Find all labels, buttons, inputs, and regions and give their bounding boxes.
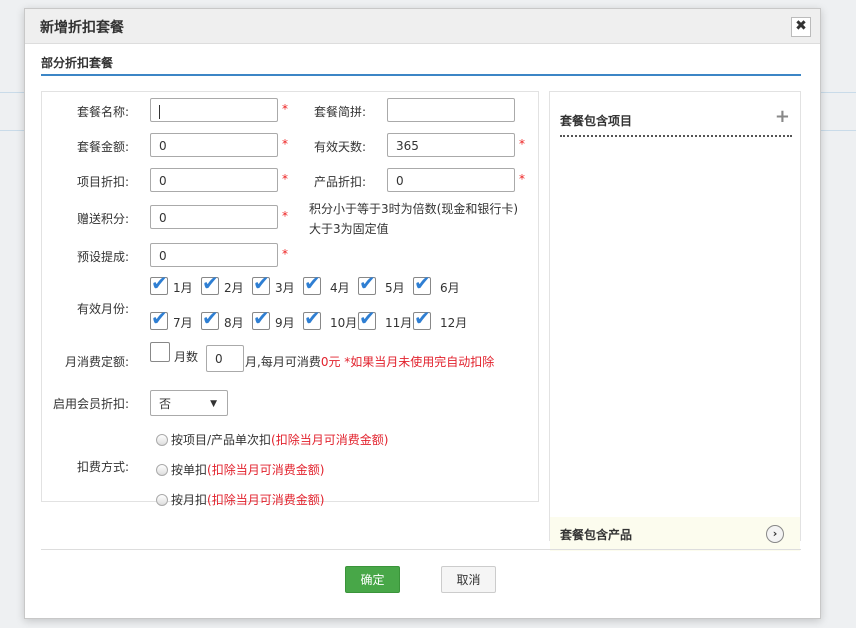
- add-package-dialog: 新增折扣套餐 ✖ 部分折扣套餐 套餐名称: * 套餐简拼: 套餐金额: 0 * …: [24, 8, 821, 619]
- product-discount-input[interactable]: 0: [387, 168, 515, 192]
- checkmark-icon: ✔: [202, 306, 219, 330]
- month-checkbox[interactable]: ✔: [303, 273, 321, 295]
- month-checkbox[interactable]: ✔: [201, 273, 219, 295]
- points-note: 积分小于等于3时为倍数(现金和银行卡): [309, 202, 518, 216]
- deduction-radio[interactable]: [156, 494, 168, 506]
- required-mark: *: [282, 209, 288, 223]
- checkmark-icon: ✔: [304, 306, 321, 330]
- member-discount-label: 启用会员折扣:: [53, 397, 130, 411]
- months-text: 月数: [174, 350, 199, 364]
- footer-divider: [41, 549, 801, 550]
- month-label: 1月: [173, 281, 193, 295]
- points-input[interactable]: 0: [150, 205, 278, 229]
- month-checkbox[interactable]: ✔: [201, 308, 219, 330]
- required-mark: *: [282, 247, 288, 261]
- month-label: 2月: [224, 281, 244, 295]
- month-label: 8月: [224, 316, 244, 330]
- required-mark: *: [282, 172, 288, 186]
- points-note: 大于3为固定值: [309, 222, 389, 236]
- products-title: 套餐包含产品: [560, 528, 633, 542]
- dotted-divider: [560, 135, 792, 137]
- required-mark: *: [282, 137, 288, 151]
- monthly-quota-label: 月消费定额:: [65, 355, 130, 369]
- product-discount-label: 产品折扣:: [314, 175, 367, 189]
- checkmark-icon: ✔: [304, 271, 321, 295]
- package-contents-panel: 套餐包含项目 + 套餐包含产品 ›: [549, 91, 801, 551]
- chevron-down-icon: ▼: [210, 399, 217, 409]
- monthly-text: 月,每月可消费0元 *如果当月未使用完自动扣除: [245, 355, 495, 369]
- deduction-option-label: 按月扣(扣除当月可消费金额): [171, 493, 325, 507]
- checkmark-icon: ✔: [359, 306, 376, 330]
- month-checkbox[interactable]: ✔: [252, 273, 270, 295]
- short-input[interactable]: [387, 98, 515, 122]
- deduction-label: 扣费方式:: [77, 460, 130, 474]
- checkmark-icon: ✔: [253, 306, 270, 330]
- required-mark: *: [519, 172, 525, 186]
- name-input[interactable]: [150, 98, 278, 122]
- item-discount-input[interactable]: 0: [150, 168, 278, 192]
- month-checkbox[interactable]: ✔: [150, 273, 168, 295]
- month-checkbox[interactable]: ✔: [303, 308, 321, 330]
- days-input[interactable]: 365: [387, 133, 515, 157]
- name-label: 套餐名称:: [77, 105, 130, 119]
- checkmark-icon: ✔: [414, 306, 431, 330]
- required-mark: *: [519, 137, 525, 151]
- commission-input[interactable]: 0: [150, 243, 278, 267]
- month-checkbox[interactable]: ✔: [413, 308, 431, 330]
- package-form: 套餐名称: * 套餐简拼: 套餐金额: 0 * 有效天数: 365 * 项目折扣…: [41, 91, 539, 507]
- month-label: 7月: [173, 316, 193, 330]
- month-label: 10月: [330, 316, 358, 330]
- add-icon[interactable]: +: [775, 106, 790, 127]
- short-label: 套餐简拼:: [314, 105, 367, 119]
- month-label: 6月: [440, 281, 460, 295]
- section-underline: [41, 74, 801, 76]
- months-count-input[interactable]: 0: [206, 345, 244, 372]
- deduction-radio[interactable]: [156, 434, 168, 446]
- confirm-button[interactable]: 确定: [345, 566, 400, 593]
- deduction-option-label: 按单扣(扣除当月可消费金额): [171, 463, 325, 477]
- deduction-option-label: 按项目/产品单次扣(扣除当月可消费金额): [171, 433, 389, 447]
- checkmark-icon: ✔: [202, 271, 219, 295]
- chevron-right-icon[interactable]: ›: [766, 525, 784, 543]
- month-label: 4月: [330, 281, 350, 295]
- checkmark-icon: ✔: [359, 271, 376, 295]
- required-mark: *: [282, 102, 288, 116]
- month-checkbox[interactable]: ✔: [252, 308, 270, 330]
- month-checkbox[interactable]: ✔: [150, 308, 168, 330]
- month-label: 11月: [385, 316, 413, 330]
- deduction-radio[interactable]: [156, 464, 168, 476]
- month-checkbox[interactable]: ✔: [358, 308, 376, 330]
- month-checkbox[interactable]: ✔: [358, 273, 376, 295]
- points-label: 赠送积分:: [77, 212, 130, 226]
- days-label: 有效天数:: [314, 140, 367, 154]
- month-label: 12月: [440, 316, 468, 330]
- commission-label: 预设提成:: [77, 250, 130, 264]
- month-label: 9月: [275, 316, 295, 330]
- dialog-header: 新增折扣套餐 ✖: [25, 9, 820, 44]
- month-label: 5月: [385, 281, 405, 295]
- months-label: 有效月份:: [77, 302, 130, 316]
- month-label: 3月: [275, 281, 295, 295]
- dialog-title: 新增折扣套餐: [40, 20, 124, 36]
- cancel-button[interactable]: 取消: [441, 566, 496, 593]
- amount-label: 套餐金额:: [77, 140, 130, 154]
- section-title: 部分折扣套餐: [41, 56, 114, 70]
- checkmark-icon: ✔: [151, 306, 168, 330]
- item-discount-label: 项目折扣:: [77, 175, 130, 189]
- checkmark-icon: ✔: [414, 271, 431, 295]
- items-title: 套餐包含项目: [560, 114, 633, 128]
- amount-input[interactable]: 0: [150, 133, 278, 157]
- month-checkbox[interactable]: ✔: [413, 273, 431, 295]
- checkmark-icon: ✔: [253, 271, 270, 295]
- products-bar[interactable]: 套餐包含产品 ›: [550, 517, 800, 551]
- checkmark-icon: ✔: [151, 271, 168, 295]
- monthly-quota-checkbox[interactable]: [150, 342, 170, 362]
- close-icon[interactable]: ✖: [791, 17, 811, 37]
- member-discount-select[interactable]: 否 ▼: [150, 390, 228, 416]
